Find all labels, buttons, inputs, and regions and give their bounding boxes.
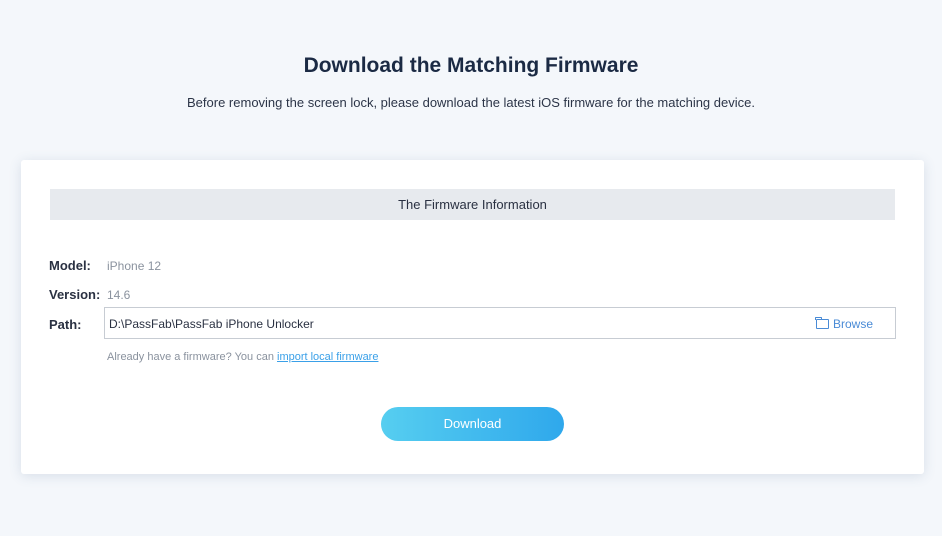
browse-button[interactable]: Browse: [815, 317, 873, 331]
folder-icon[interactable]: [815, 317, 829, 329]
version-value: 14.6: [107, 288, 131, 302]
path-value[interactable]: D:\PassFab\PassFab iPhone Unlocker: [109, 317, 314, 331]
import-hint-text: Already have a firmware? You can: [107, 351, 277, 363]
browse-label[interactable]: Browse: [833, 317, 873, 331]
path-label: Path:: [49, 317, 82, 332]
firmware-card: The Firmware Information Model: iPhone 1…: [21, 160, 924, 474]
page-subtitle: Before removing the screen lock, please …: [187, 95, 755, 110]
path-field[interactable]: D:\PassFab\PassFab iPhone Unlocker Brows…: [104, 307, 896, 339]
download-button[interactable]: Download: [381, 407, 564, 441]
import-hint: Already have a firmware? You can import …: [107, 351, 378, 363]
model-label: Model:: [49, 258, 91, 273]
model-value: iPhone 12: [107, 259, 162, 273]
firmware-download-page: Download the Matching Firmware Before re…: [0, 0, 942, 536]
version-label: Version:: [49, 287, 101, 302]
page-title: Download the Matching Firmware: [303, 54, 639, 77]
firmware-info-header: The Firmware Information: [50, 189, 895, 220]
import-local-firmware-link[interactable]: import local firmware: [277, 351, 378, 363]
